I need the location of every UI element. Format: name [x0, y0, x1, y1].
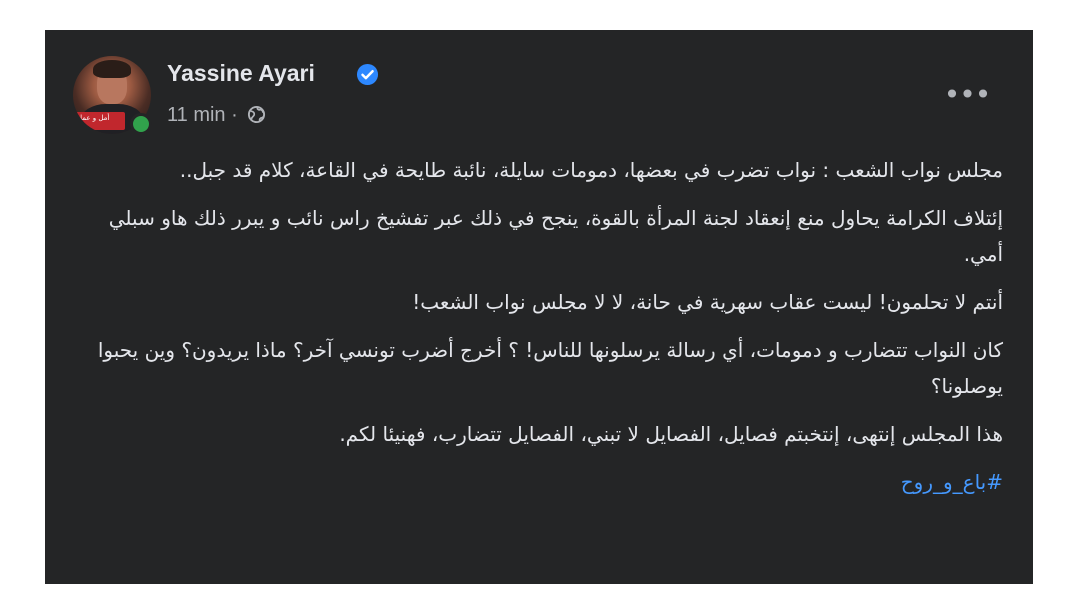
post-meta: 11 min · [167, 104, 266, 127]
post-timestamp[interactable]: 11 min [167, 104, 226, 126]
post-paragraph: هذا المجلس إنتهى، إنتخبتم فصايل، الفصايل… [339, 422, 1003, 446]
avatar-banner-text: أمل و عمل [77, 114, 110, 122]
author-name[interactable]: Yassine Ayari [167, 60, 315, 87]
avatar-hair [93, 60, 131, 78]
globe-icon[interactable] [247, 105, 266, 124]
post-paragraph: أنتم لا تحلمون! ليست عقاب سهرية في حانة،… [412, 290, 1003, 314]
meta-separator: · [231, 104, 238, 126]
post-paragraph: كان النواب تتضارب و دمومات، أي رسالة يرس… [97, 338, 1003, 398]
verified-badge-icon [356, 63, 379, 86]
post-body: مجلس نواب الشعب : نواب تضرب في بعضها، دم… [79, 152, 1003, 512]
post-card: أمل و عمل Yassine Ayari 11 min · ••• مجل… [45, 30, 1033, 584]
post-paragraph: مجلس نواب الشعب : نواب تضرب في بعضها، دم… [179, 158, 1003, 182]
online-status-dot [130, 113, 152, 135]
hashtag-link[interactable]: #باع_و_روح [901, 470, 1003, 494]
more-options-icon[interactable]: ••• [942, 75, 992, 115]
hashtag-paragraph: #باع_و_روح [79, 464, 1003, 500]
post-paragraph: إئتلاف الكرامة يحاول منع إنعقاد لجنة الم… [108, 206, 1003, 266]
